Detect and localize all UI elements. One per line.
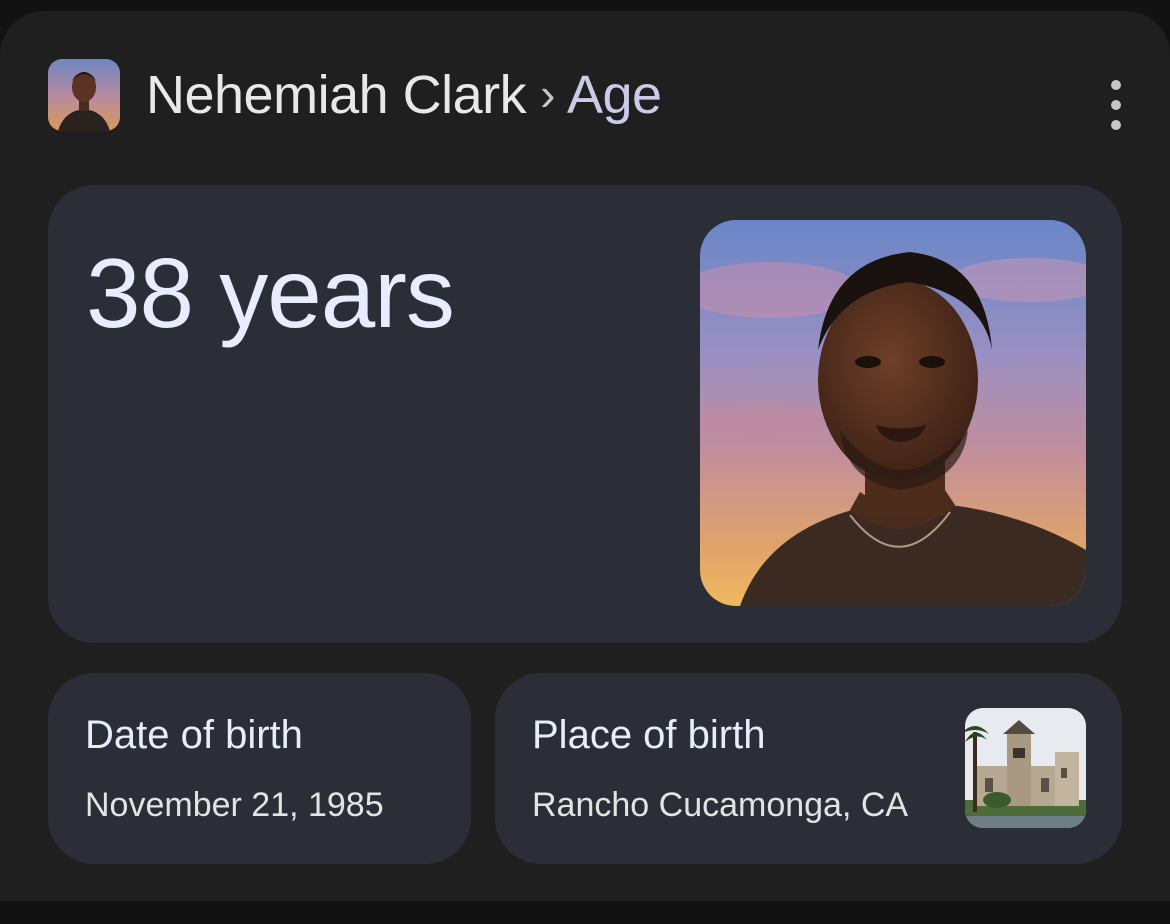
more-dot [1111,80,1121,90]
breadcrumb-separator: › [540,68,555,120]
more-vert-icon[interactable] [1096,69,1136,141]
date-of-birth-value: November 21, 1985 [85,786,384,824]
entity-portrait[interactable] [700,220,1086,606]
date-of-birth-label: Date of birth [85,713,303,757]
card-header: Nehemiah Clark › Age [48,59,662,131]
date-of-birth-card[interactable]: Date of birth November 21, 1985 [48,673,471,864]
entity-thumbnail[interactable] [48,59,120,131]
place-of-birth-card[interactable]: Place of birth Rancho Cucamonga, CA [495,673,1122,864]
place-of-birth-image [965,708,1086,828]
place-of-birth-label: Place of birth [532,713,766,757]
entity-name[interactable]: Nehemiah Clark [146,65,527,125]
attribute-name: Age [566,65,662,125]
place-of-birth-value: Rancho Cucamonga, CA [532,786,909,824]
age-answer-panel: 38 years [48,185,1122,643]
more-dot [1111,100,1121,110]
page-title: Nehemiah Clark › Age [146,64,662,126]
more-dot [1111,120,1121,130]
age-value: 38 years [86,238,455,348]
knowledge-card: Nehemiah Clark › Age 38 years Date of bi… [0,11,1170,901]
